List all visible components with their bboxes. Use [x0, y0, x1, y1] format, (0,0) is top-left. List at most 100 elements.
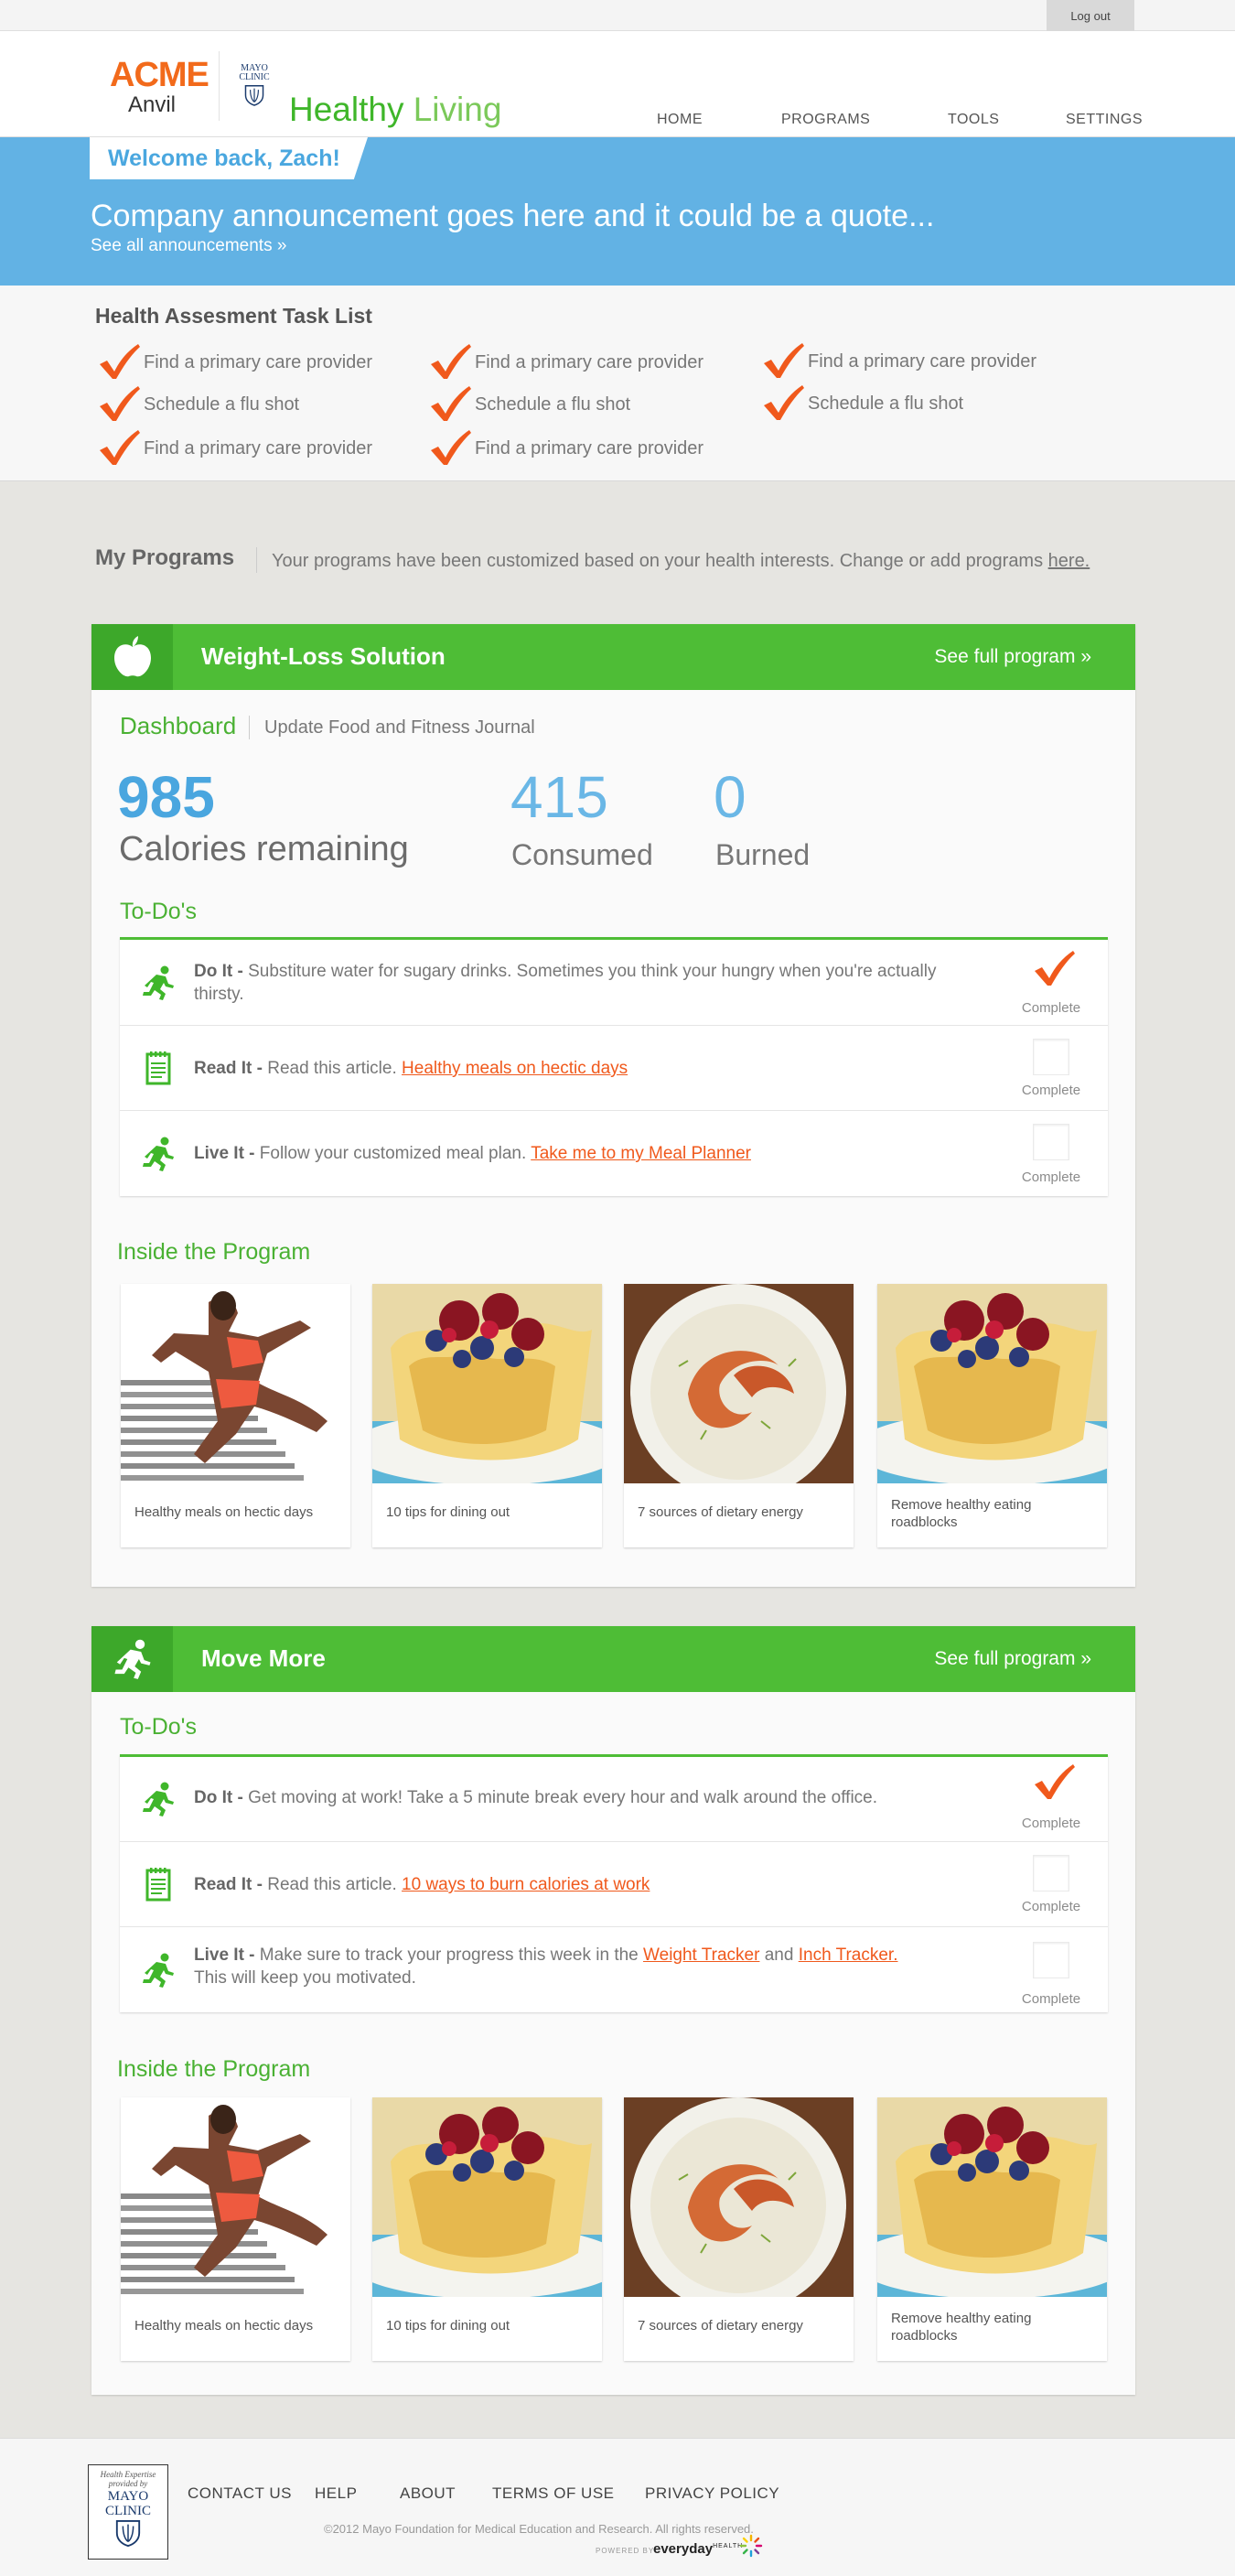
todo-text: Live It - Follow your customized meal pl…: [194, 1142, 962, 1165]
healthy-living-brand[interactable]: Healthy Living: [289, 92, 501, 128]
article-image: [624, 2097, 854, 2297]
nav-programs[interactable]: PROGRAMS: [781, 112, 870, 128]
todo-text: Read It - Read this article. 10 ways to …: [194, 1873, 962, 1896]
task-item[interactable]: Find a primary care provider: [94, 430, 372, 467]
todo-description-end: This will keep you motivated.: [194, 1968, 416, 1988]
nav-tools[interactable]: TOOLS: [948, 112, 999, 128]
article-caption: 7 sources of dietary energy: [638, 2318, 803, 2333]
article-image: [372, 2097, 602, 2297]
todo-item-live-it: Live It - Follow your customized meal pl…: [120, 1111, 1108, 1196]
article-image: [372, 1284, 602, 1483]
task-label: Schedule a flu shot: [144, 393, 300, 415]
footer-contact-link[interactable]: CONTACT US: [188, 2484, 292, 2503]
article-card[interactable]: 7 sources of dietary energy: [624, 2097, 854, 2361]
task-item[interactable]: Find a primary care provider: [425, 344, 703, 381]
task-item[interactable]: Find a primary care provider: [94, 344, 372, 381]
task-item[interactable]: Find a primary care provider: [758, 343, 1036, 380]
inside-program-title: Inside the Program: [117, 1239, 311, 1265]
runner-icon: [140, 1136, 177, 1172]
checkmark-icon: [94, 430, 144, 467]
program-header: Move More See full program »: [91, 1626, 1135, 1692]
consumed-label: Consumed: [511, 838, 653, 871]
article-caption: Remove healthy eating roadblocks: [891, 1497, 1032, 1530]
checkmark-icon: [758, 343, 808, 380]
todo-text: Do It - Get moving at work! Take a 5 min…: [194, 1786, 962, 1809]
mayo-footer-logo[interactable]: Health Expertise provided by MAYO CLINIC: [88, 2464, 168, 2560]
article-link[interactable]: Healthy meals on hectic days: [402, 1059, 628, 1078]
footer-help-link[interactable]: HELP: [315, 2484, 357, 2503]
todo-item-do-it: Do It - Substiture water for sugary drin…: [120, 940, 1108, 1026]
article-card[interactable]: Healthy meals on hectic days: [121, 1284, 350, 1547]
acme-logo-top: ACME: [110, 56, 209, 94]
logo-mayo: MAYO: [107, 2489, 149, 2504]
todo-complete-checkbox[interactable]: [1029, 1762, 1079, 1803]
footer-privacy-link[interactable]: PRIVACY POLICY: [645, 2484, 779, 2503]
todo-description: Make sure to track your progress this we…: [259, 1945, 644, 1965]
article-card[interactable]: Remove healthy eating roadblocks: [877, 1284, 1107, 1547]
todo-description-and: and: [759, 1945, 799, 1965]
notepad-icon: [140, 1866, 177, 1902]
brand-living: Living: [413, 91, 502, 128]
article-card[interactable]: 7 sources of dietary energy: [624, 1284, 854, 1547]
logout-button[interactable]: Log out: [1047, 0, 1134, 31]
article-caption: 10 tips for dining out: [386, 1504, 510, 1520]
article-image: [624, 1284, 854, 1483]
article-image: [877, 2097, 1107, 2297]
welcome-tab: Welcome back, Zach!: [90, 137, 368, 179]
checkmark-icon: [94, 386, 144, 423]
todo-item-read-it: Read It - Read this article. Healthy mea…: [120, 1026, 1108, 1111]
my-programs-desc-text: Your programs have been customized based…: [272, 551, 1048, 571]
todo-description: Read this article.: [267, 1875, 403, 1894]
task-label: Find a primary care provider: [808, 350, 1037, 372]
article-card[interactable]: Healthy meals on hectic days: [121, 2097, 350, 2361]
acme-logo[interactable]: ACME Anvil: [110, 56, 209, 117]
task-item[interactable]: Schedule a flu shot: [425, 386, 630, 423]
article-card[interactable]: Remove healthy eating roadblocks: [877, 2097, 1107, 2361]
nav-home[interactable]: HOME: [657, 112, 703, 128]
apple-icon: [113, 636, 151, 677]
meal-planner-link[interactable]: Take me to my Meal Planner: [531, 1144, 751, 1163]
task-item[interactable]: Find a primary care provider: [425, 430, 703, 467]
task-label: Schedule a flu shot: [475, 393, 631, 415]
dashboard-label: Dashboard: [120, 712, 237, 739]
article-card[interactable]: 10 tips for dining out: [372, 1284, 602, 1547]
nav-settings[interactable]: SETTINGS: [1066, 112, 1143, 128]
consumed-value: 415: [510, 764, 608, 830]
todo-complete-checkbox[interactable]: [1033, 1039, 1069, 1075]
mayo-clinic-logo: MAYO CLINIC: [233, 64, 275, 106]
todo-type: Do It -: [194, 1788, 243, 1807]
program-card-weight-loss: Weight-Loss Solution See full program » …: [91, 624, 1135, 1587]
todo-complete-checkbox[interactable]: [1029, 949, 1079, 989]
todo-type: Do It -: [194, 962, 243, 981]
see-full-program-link[interactable]: See full program »: [934, 1648, 1091, 1670]
all-announcements-link[interactable]: See all announcements »: [91, 236, 286, 256]
todo-complete-checkbox[interactable]: [1033, 1855, 1069, 1892]
inch-tracker-link[interactable]: Inch Tracker.: [799, 1945, 898, 1965]
article-link[interactable]: 10 ways to burn calories at work: [402, 1875, 650, 1894]
calories-remaining-label: Calories remaining: [119, 830, 409, 868]
todo-list: Do It - Get moving at work! Take a 5 min…: [120, 1754, 1108, 2012]
top-bar: Log out: [0, 0, 1235, 31]
burned-value: 0: [714, 764, 746, 830]
dashboard-divider: [249, 716, 250, 739]
weight-tracker-link[interactable]: Weight Tracker: [643, 1945, 759, 1965]
announcement-banner: Welcome back, Zach! Company announcement…: [0, 137, 1235, 286]
footer-terms-link[interactable]: TERMS OF USE: [492, 2484, 615, 2503]
see-full-program-link[interactable]: See full program »: [934, 646, 1091, 668]
runner-icon: [112, 1638, 154, 1680]
change-programs-link[interactable]: here.: [1048, 551, 1090, 571]
footer-about-link[interactable]: ABOUT: [400, 2484, 456, 2503]
todo-complete-checkbox[interactable]: [1033, 1942, 1069, 1978]
task-item[interactable]: Schedule a flu shot: [94, 386, 299, 423]
header-divider: [219, 51, 220, 121]
todo-complete-checkbox[interactable]: [1033, 1124, 1069, 1160]
todo-list: Do It - Substiture water for sugary drin…: [120, 937, 1108, 1196]
my-programs-title: My Programs: [95, 545, 235, 570]
todo-item-read-it: Read It - Read this article. 10 ways to …: [120, 1842, 1108, 1927]
everyday-health-logo[interactable]: everydayHEALTH: [653, 2541, 743, 2557]
mayo-shield-icon: [244, 84, 264, 106]
burned-label: Burned: [715, 838, 811, 871]
update-journal-link[interactable]: Update Food and Fitness Journal: [264, 717, 535, 738]
task-item[interactable]: Schedule a flu shot: [758, 385, 963, 422]
article-card[interactable]: 10 tips for dining out: [372, 2097, 602, 2361]
